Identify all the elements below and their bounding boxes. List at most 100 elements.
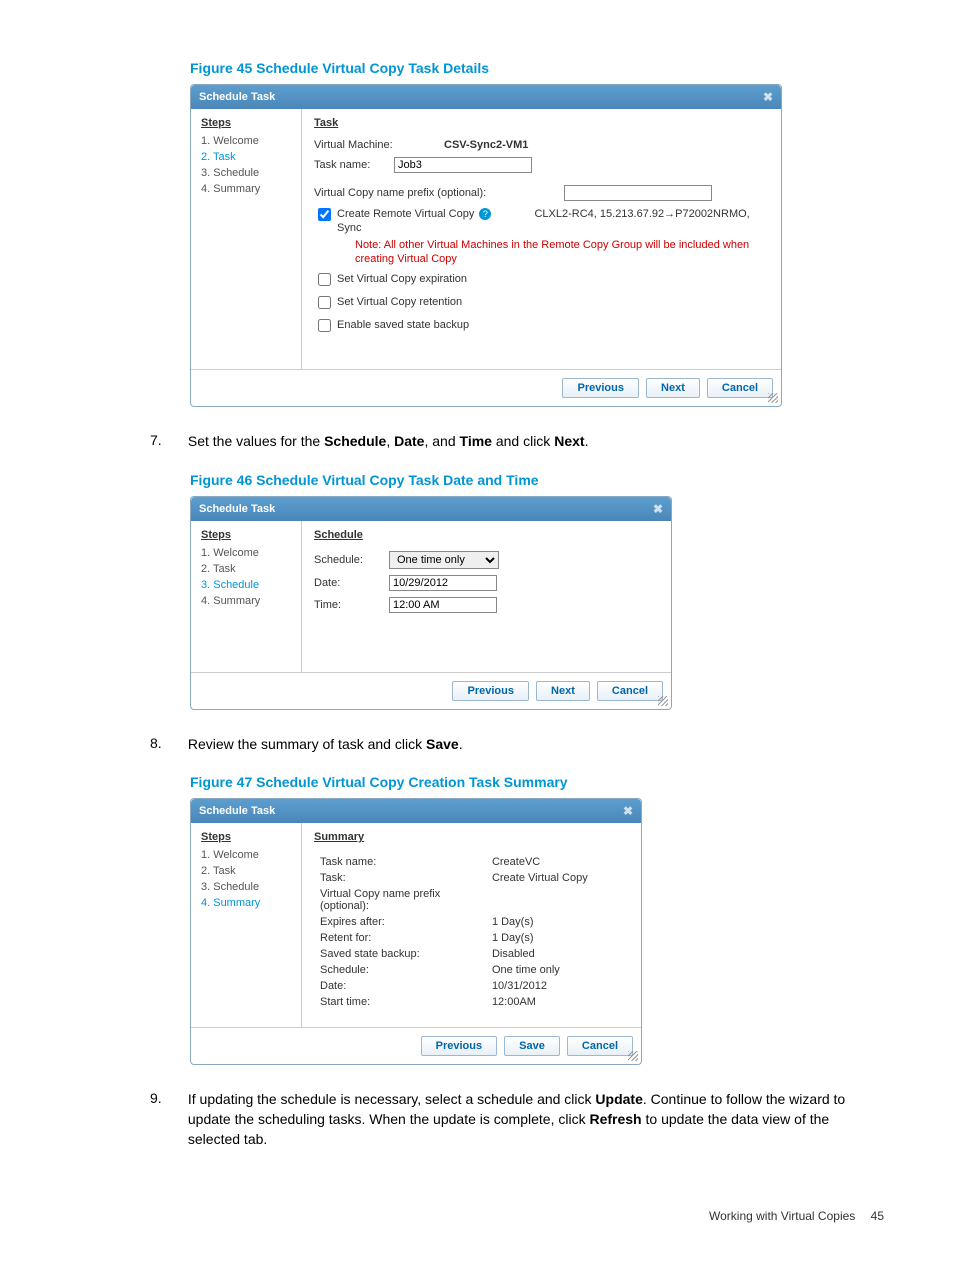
taskname-label: Task name: [314, 159, 394, 171]
set-expiration-label: Set Virtual Copy expiration [337, 272, 467, 286]
step-welcome[interactable]: 1. Welcome [201, 547, 291, 559]
cancel-button[interactable]: Cancel [707, 378, 773, 398]
date-label: Date: [314, 577, 389, 589]
step-task[interactable]: 2. Task [201, 563, 291, 575]
step-9-text: If updating the schedule is necessary, s… [188, 1090, 868, 1149]
time-label: Time: [314, 599, 389, 611]
schedule-task-dialog-45: Schedule Task ✖ Steps 1. Welcome 2. Task… [190, 84, 782, 407]
summary-value: 1 Day(s) [488, 915, 627, 929]
content-header: Summary [314, 831, 629, 843]
resize-grip-icon[interactable] [658, 696, 668, 706]
vm-value: CSV-Sync2-VM1 [444, 139, 528, 151]
summary-label: Saved state backup: [316, 947, 486, 961]
dialog-title: Schedule Task ✖ [191, 799, 641, 823]
step-task[interactable]: 2. Task [201, 151, 291, 163]
resize-grip-icon[interactable] [768, 393, 778, 403]
step-7-text: Set the values for the Schedule, Date, a… [188, 432, 868, 452]
steps-header: Steps [201, 529, 291, 541]
dialog-title: Schedule Task ✖ [191, 85, 781, 109]
close-icon[interactable]: ✖ [623, 804, 633, 818]
dialog-title-text: Schedule Task [199, 91, 275, 103]
taskname-input[interactable] [394, 157, 532, 173]
step-8-text: Review the summary of task and click Sav… [188, 735, 868, 755]
table-row: Retent for:1 Day(s) [316, 931, 627, 945]
help-icon[interactable]: ? [479, 208, 491, 220]
previous-button[interactable]: Previous [452, 681, 528, 701]
dialog-title: Schedule Task ✖ [191, 497, 671, 521]
summary-label: Start time: [316, 995, 486, 1009]
step-8-number: 8. [150, 735, 184, 751]
previous-button[interactable]: Previous [421, 1036, 497, 1056]
vcprefix-input[interactable] [564, 185, 712, 201]
date-input[interactable] [389, 575, 497, 591]
table-row: Expires after:1 Day(s) [316, 915, 627, 929]
create-remote-vc-checkbox[interactable] [318, 208, 331, 221]
next-button[interactable]: Next [646, 378, 700, 398]
summary-value: One time only [488, 963, 627, 977]
step-task[interactable]: 2. Task [201, 865, 291, 877]
summary-label: Expires after: [316, 915, 486, 929]
summary-label: Task: [316, 871, 486, 885]
saved-state-checkbox[interactable] [318, 319, 331, 332]
figure-46-caption: Figure 46 Schedule Virtual Copy Task Dat… [190, 472, 884, 488]
schedule-label: Schedule: [314, 554, 389, 566]
summary-value: CreateVC [488, 855, 627, 869]
schedule-task-dialog-46: Schedule Task ✖ Steps 1. Welcome 2. Task… [190, 496, 672, 710]
close-icon[interactable]: ✖ [653, 502, 663, 516]
table-row: Task name:CreateVC [316, 855, 627, 869]
save-button[interactable]: Save [504, 1036, 560, 1056]
summary-label: Date: [316, 979, 486, 993]
step-summary[interactable]: 4. Summary [201, 897, 291, 909]
remote-vc-note: Note: All other Virtual Machines in the … [355, 238, 769, 267]
content-header: Schedule [314, 529, 659, 541]
set-retention-label: Set Virtual Copy retention [337, 295, 462, 309]
create-remote-vc-label: Create Remote Virtual Copy [337, 208, 477, 220]
step-summary[interactable]: 4. Summary [201, 595, 291, 607]
step-7-number: 7. [150, 432, 184, 448]
previous-button[interactable]: Previous [562, 378, 638, 398]
cancel-button[interactable]: Cancel [597, 681, 663, 701]
summary-value: 12:00AM [488, 995, 627, 1009]
set-retention-checkbox[interactable] [318, 296, 331, 309]
summary-label: Schedule: [316, 963, 486, 977]
summary-label: Retent for: [316, 931, 486, 945]
summary-value [488, 887, 627, 913]
vm-label: Virtual Machine: [314, 139, 444, 151]
table-row: Start time:12:00AM [316, 995, 627, 1009]
steps-header: Steps [201, 831, 291, 843]
close-icon[interactable]: ✖ [763, 90, 773, 104]
footer-section: Working with Virtual Copies [709, 1209, 855, 1223]
step-summary[interactable]: 4. Summary [201, 183, 291, 195]
summary-table: Task name:CreateVC Task:Create Virtual Co… [314, 853, 629, 1011]
summary-value: 1 Day(s) [488, 931, 627, 945]
summary-value: 10/31/2012 [488, 979, 627, 993]
table-row: Task:Create Virtual Copy [316, 871, 627, 885]
step-welcome[interactable]: 1. Welcome [201, 135, 291, 147]
summary-value: Disabled [488, 947, 627, 961]
next-button[interactable]: Next [536, 681, 590, 701]
dialog-title-text: Schedule Task [199, 503, 275, 515]
dialog-title-text: Schedule Task [199, 805, 275, 817]
table-row: Virtual Copy name prefix (optional): [316, 887, 627, 913]
schedule-task-dialog-47: Schedule Task ✖ Steps 1. Welcome 2. Task… [190, 798, 642, 1065]
summary-label: Virtual Copy name prefix (optional): [316, 887, 486, 913]
steps-header: Steps [201, 117, 291, 129]
table-row: Saved state backup:Disabled [316, 947, 627, 961]
table-row: Schedule:One time only [316, 963, 627, 977]
content-header: Task [314, 117, 769, 129]
cancel-button[interactable]: Cancel [567, 1036, 633, 1056]
step-9-number: 9. [150, 1090, 184, 1106]
page-footer: Working with Virtual Copies 45 [0, 1209, 884, 1223]
step-schedule[interactable]: 3. Schedule [201, 881, 291, 893]
resize-grip-icon[interactable] [628, 1051, 638, 1061]
footer-page-number: 45 [871, 1209, 884, 1223]
time-input[interactable] [389, 597, 497, 613]
step-schedule[interactable]: 3. Schedule [201, 167, 291, 179]
step-welcome[interactable]: 1. Welcome [201, 849, 291, 861]
step-schedule[interactable]: 3. Schedule [201, 579, 291, 591]
saved-state-label: Enable saved state backup [337, 318, 469, 332]
summary-label: Task name: [316, 855, 486, 869]
set-expiration-checkbox[interactable] [318, 273, 331, 286]
table-row: Date:10/31/2012 [316, 979, 627, 993]
schedule-select[interactable]: One time only [389, 551, 499, 569]
